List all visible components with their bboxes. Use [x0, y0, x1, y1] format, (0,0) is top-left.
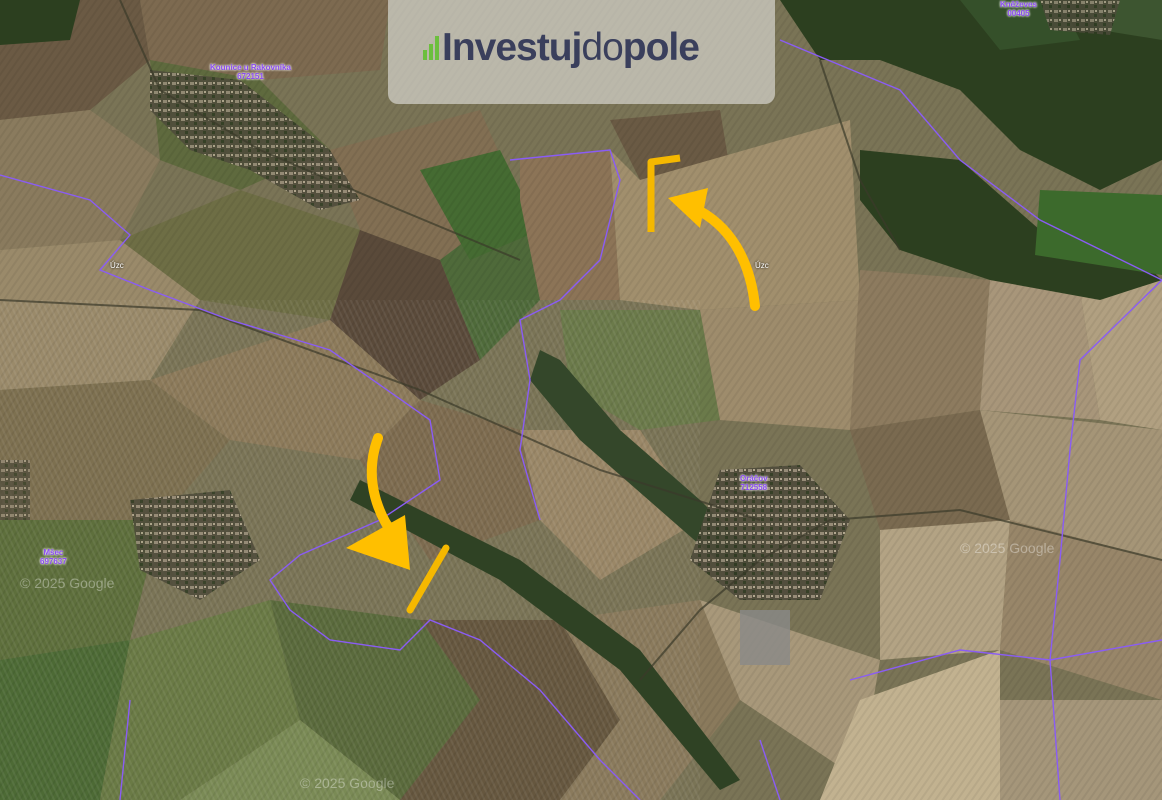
satellite-map[interactable] [0, 0, 1162, 800]
town-label-msec: Mšec 697637 [40, 548, 67, 566]
town-label-oracov: Oráčov 712558 [740, 474, 768, 492]
map-watermark: © 2025 Google [20, 575, 115, 591]
map-watermark: © 2025 Google [960, 540, 1055, 556]
map-watermark: © 2025 Google [300, 775, 395, 791]
town-label-knezeves: Kněževes 00405 [1000, 0, 1037, 18]
town-label-kounice: Kounice u Rakovníka 672151 [210, 63, 291, 81]
logo-text: Investujdopole [442, 26, 700, 69]
parcel-tag: Úzc [110, 261, 124, 270]
logo-icon [423, 36, 439, 60]
parcel-tag: Úzc [755, 261, 769, 270]
